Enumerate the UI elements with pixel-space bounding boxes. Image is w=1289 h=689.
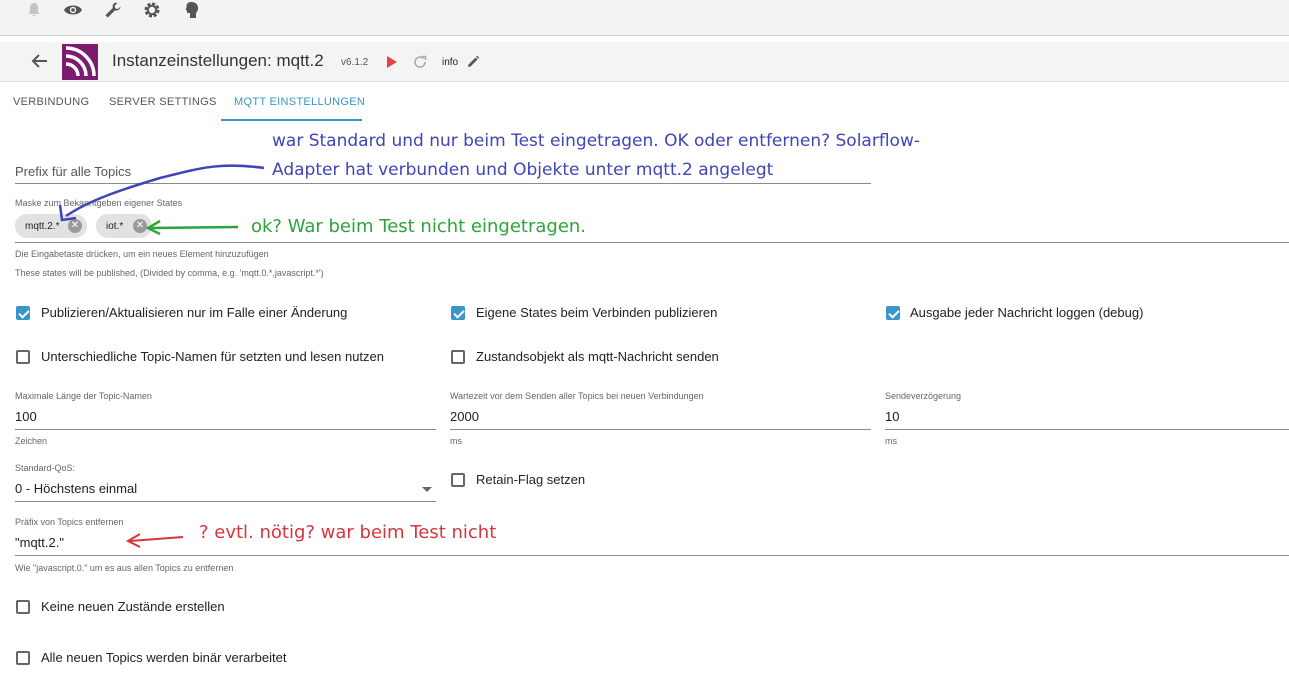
no-new-states-label: Keine neuen Zustände erstellen [41, 599, 225, 614]
max-topic-length-label: Maximale Länge der Topic-Namen [15, 391, 152, 401]
annotation-blue-line1: war Standard und nur beim Test eingetrag… [272, 131, 920, 151]
publish-on-change-label: Publizieren/Aktualisieren nur im Falle e… [41, 305, 348, 320]
mask-field-underline [15, 242, 1289, 243]
mask-field-label: Maske zum Bekanntgeben eigener States [15, 198, 183, 208]
binary-topics-checkbox[interactable] [16, 651, 30, 665]
tab-mqtt-einstellungen[interactable]: MQTT EINSTELLUNGEN [234, 96, 365, 108]
send-delay-label: Sendeverzögerung [885, 391, 962, 401]
chip-delete-icon[interactable]: ✕ [133, 219, 147, 233]
instance-header: Instanzeinstellungen: mqtt.2 v6.1.2 info [0, 42, 1289, 82]
user-head-icon[interactable] [180, 0, 204, 20]
max-topic-length-underline [15, 429, 436, 430]
no-new-states-checkbox[interactable] [16, 600, 30, 614]
back-arrow-icon[interactable] [30, 51, 50, 71]
default-qos-underline [15, 501, 436, 502]
eye-icon[interactable] [61, 0, 85, 20]
publish-own-states-checkbox[interactable] [451, 306, 465, 320]
annotation-green: ok? War beim Test nicht eingetragen. [251, 216, 587, 237]
chip-label: mqtt.2.* [25, 220, 60, 232]
default-qos-label: Standard-QoS: [15, 463, 76, 473]
default-qos-select[interactable]: 0 - Höchstens einmal [15, 481, 137, 496]
remove-prefix-underline [15, 555, 1289, 556]
version-badge: v6.1.2 [341, 57, 369, 68]
tab-server-settings[interactable]: SERVER SETTINGS [109, 96, 217, 108]
remove-prefix-helper: Wie "javascript.0." um es aus allen Topi… [15, 563, 234, 573]
bell-icon[interactable] [22, 0, 46, 20]
send-delay-unit: ms [885, 436, 897, 446]
reload-icon[interactable] [412, 54, 428, 70]
chip-label: iot.* [106, 220, 124, 232]
annotation-red: ? evtl. nötig? war beim Test nicht [199, 522, 497, 543]
send-delay-input[interactable]: 10 [885, 409, 899, 424]
prefix-input-underline [15, 183, 871, 184]
chip-iot-states[interactable]: iot.* ✕ [96, 214, 152, 238]
pencil-icon[interactable] [466, 55, 480, 69]
mask-helper-example: These states will be published, (Divided… [15, 268, 324, 278]
wrench-icon[interactable] [101, 0, 125, 20]
state-object-message-checkbox[interactable] [451, 350, 465, 364]
green-arrow [149, 225, 239, 230]
annotation-blue-line2: Adapter hat verbunden und Objekte unter … [272, 160, 774, 180]
info-link[interactable]: info [442, 57, 458, 68]
log-messages-label: Ausgabe jeder Nachricht loggen (debug) [910, 305, 1144, 320]
play-icon[interactable] [386, 55, 398, 69]
publish-on-change-checkbox[interactable] [16, 306, 30, 320]
red-arrow [129, 536, 184, 542]
gear-icon[interactable] [140, 0, 164, 20]
mqtt-logo-icon [62, 44, 98, 80]
prefix-input-placeholder[interactable]: Prefix für alle Topics [15, 164, 131, 179]
different-topic-names-checkbox[interactable] [16, 350, 30, 364]
send-delay-underline [885, 429, 1289, 430]
publish-own-states-label: Eigene States beim Verbinden publizieren [476, 305, 718, 320]
different-topic-names-label: Unterschiedliche Topic-Namen für setzten… [41, 349, 385, 364]
top-toolbar [0, 0, 1289, 36]
chevron-down-icon[interactable] [422, 487, 432, 492]
binary-topics-label: Alle neuen Topics werden binär verarbeit… [41, 650, 287, 665]
wait-time-unit: ms [450, 436, 462, 446]
max-topic-length-unit: Zeichen [15, 436, 48, 446]
wait-time-underline [450, 429, 871, 430]
retain-flag-checkbox[interactable] [451, 473, 465, 487]
wait-time-input[interactable]: 2000 [450, 409, 479, 424]
chip-delete-icon[interactable]: ✕ [68, 219, 82, 233]
remove-prefix-label: Präfix von Topics entfernen [15, 517, 124, 527]
mask-helper-enter: Die Eingabetaste drücken, um ein neues E… [15, 249, 269, 259]
remove-prefix-input[interactable]: "mqtt.2." [15, 535, 64, 550]
wait-time-label: Wartezeit vor dem Senden aller Topics be… [450, 391, 704, 401]
state-object-message-label: Zustandsobjekt als mqtt-Nachricht senden [476, 349, 719, 364]
max-topic-length-input[interactable]: 100 [15, 409, 37, 424]
page-title: Instanzeinstellungen: mqtt.2 [112, 51, 324, 70]
log-messages-checkbox[interactable] [886, 306, 900, 320]
retain-flag-label: Retain-Flag setzen [476, 472, 586, 487]
active-tab-indicator [221, 119, 362, 121]
red-arrowhead [125, 533, 141, 548]
tab-verbindung[interactable]: VERBINDUNG [13, 96, 89, 108]
chip-mqtt-states[interactable]: mqtt.2.* ✕ [15, 214, 87, 238]
